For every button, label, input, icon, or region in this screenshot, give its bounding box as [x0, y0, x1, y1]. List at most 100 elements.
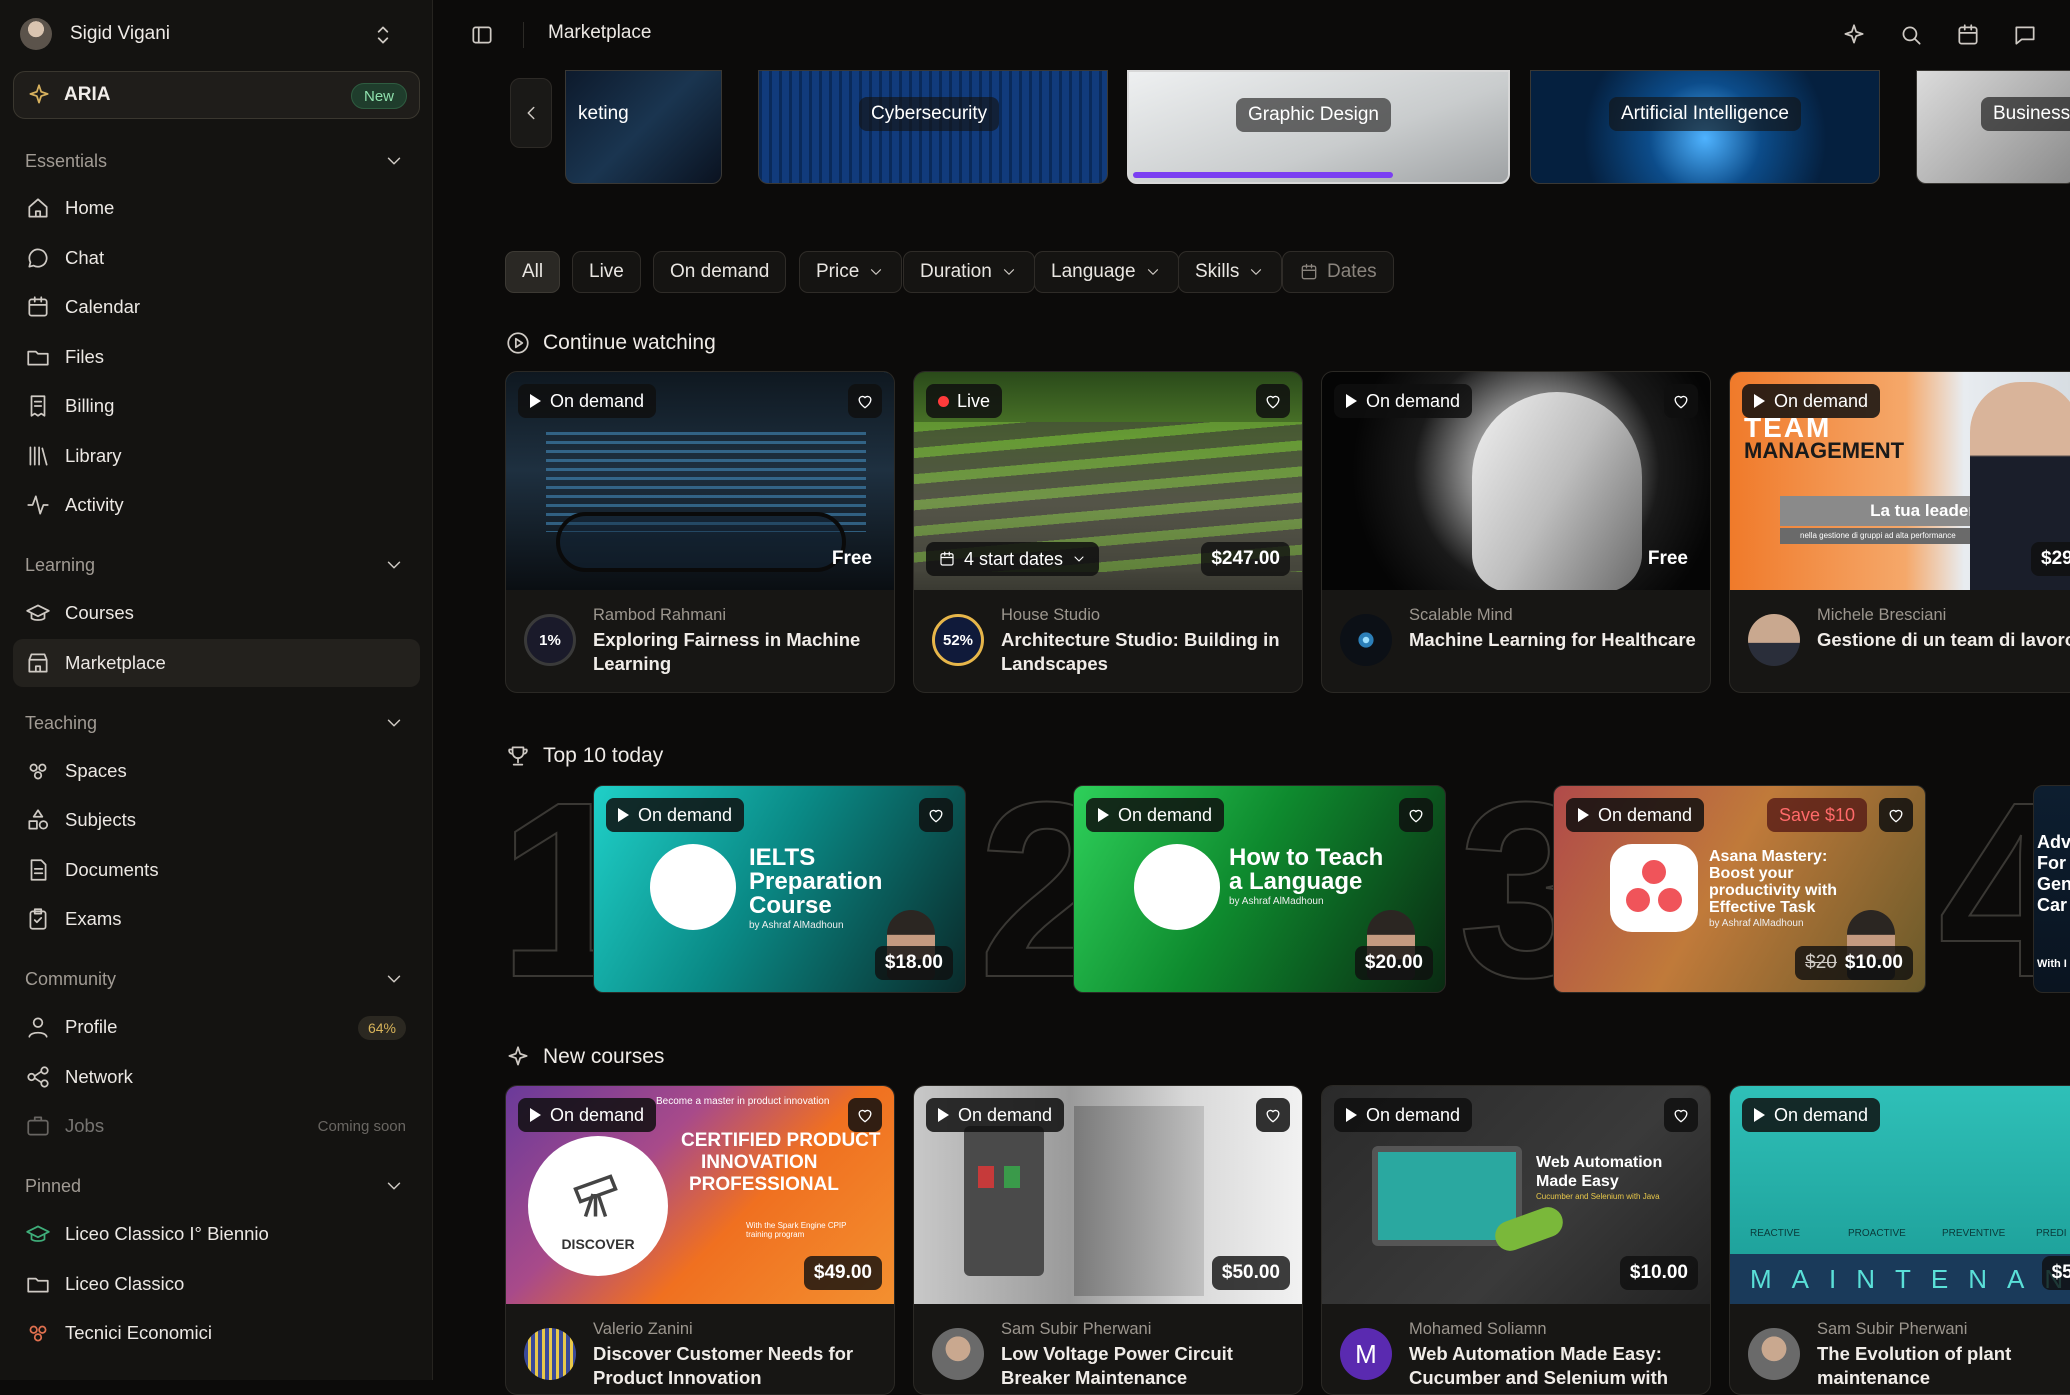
- section-teaching[interactable]: Teaching: [25, 708, 405, 738]
- category-card-business[interactable]: Business: [1916, 70, 2070, 184]
- section-community[interactable]: Community: [25, 964, 405, 994]
- thumb-text: For: [2037, 853, 2066, 873]
- sidebar-item-subjects[interactable]: Subjects: [13, 796, 420, 844]
- glasses-graphic: [556, 512, 846, 572]
- filter-on-demand[interactable]: On demand: [653, 251, 787, 293]
- filter-live[interactable]: Live: [572, 251, 641, 293]
- favorite-button[interactable]: [1256, 1098, 1290, 1132]
- filter-skills[interactable]: Skills: [1178, 251, 1283, 293]
- on-demand-tag: On demand: [1566, 798, 1705, 832]
- category-card-cybersecurity[interactable]: Cybersecurity: [758, 70, 1108, 184]
- course-card[interactable]: Become a master in product innovation CE…: [505, 1085, 895, 1395]
- sparkle-icon[interactable]: [1841, 22, 1867, 48]
- category-label: Business: [1981, 97, 2070, 131]
- heart-icon: [1889, 809, 1903, 823]
- course-card[interactable]: Live 4 start dates $247.00 52% House Stu…: [913, 371, 1303, 693]
- discover-circle: DISCOVER: [528, 1136, 668, 1276]
- sidebar-item-label: Jobs: [65, 1115, 105, 1136]
- sidebar-item-marketplace[interactable]: Marketplace: [13, 639, 420, 687]
- course-card[interactable]: Web Automation Made Easy Cucumber and Se…: [1321, 1085, 1711, 1395]
- favorite-button[interactable]: [1664, 384, 1698, 418]
- section-essentials[interactable]: Essentials: [25, 146, 405, 176]
- sidebar-item-pinned-2[interactable]: Liceo Classico: [13, 1260, 420, 1308]
- start-dates-dropdown[interactable]: 4 start dates: [926, 542, 1100, 576]
- thumb-text: PROFESSIONAL: [689, 1174, 839, 1195]
- thumb-text: IELTS: [749, 844, 816, 871]
- sidebar-item-label: Courses: [65, 602, 134, 623]
- favorite-button[interactable]: [848, 384, 882, 418]
- course-meta: Sam Subir Pherwani The Evolution of plan…: [1730, 1304, 2070, 1394]
- filter-duration[interactable]: Duration: [903, 251, 1035, 293]
- favorite-button[interactable]: [919, 798, 953, 832]
- sidebar-item-spaces[interactable]: Spaces: [13, 747, 420, 795]
- progress-ring: 52%: [932, 614, 984, 666]
- filter-language[interactable]: Language: [1034, 251, 1179, 293]
- favorite-button[interactable]: [1256, 384, 1290, 418]
- coming-soon-label: Coming soon: [317, 1117, 406, 1135]
- top10-card[interactable]: IELTS Preparation Course by Ashraf AlMad…: [593, 785, 966, 993]
- author-avatar: [524, 1328, 576, 1380]
- sidebar-item-profile[interactable]: Profile 64%: [13, 1003, 420, 1051]
- sidebar-item-billing[interactable]: Billing: [13, 382, 420, 430]
- sidebar-item-calendar[interactable]: Calendar: [13, 283, 420, 331]
- favorite-button[interactable]: [1664, 1098, 1698, 1132]
- thumb-text: MANAGEMENT: [1744, 438, 1905, 463]
- sidebar-item-chat[interactable]: Chat: [13, 234, 420, 282]
- course-card[interactable]: TEAM MANAGEMENT La tua leadership nella …: [1729, 371, 2070, 693]
- section-label: Learning: [25, 554, 96, 575]
- sidebar-item-library[interactable]: Library: [13, 432, 420, 480]
- section-pinned[interactable]: Pinned: [25, 1171, 405, 1201]
- message-icon[interactable]: [2012, 22, 2038, 48]
- top10-card[interactable]: Adv For Gen Car With I: [2033, 785, 2070, 993]
- sidebar-item-network[interactable]: Network: [13, 1053, 420, 1101]
- filter-dates[interactable]: Dates: [1282, 251, 1394, 293]
- folder-icon: [27, 1277, 49, 1293]
- chevron-down-icon: [1251, 269, 1262, 275]
- category-card-marketing[interactable]: keting: [565, 70, 722, 184]
- carousel-prev-button[interactable]: [510, 78, 552, 148]
- sidebar-item-pinned-1[interactable]: Liceo Classico I° Biennio: [13, 1210, 420, 1258]
- category-label: keting: [578, 103, 629, 124]
- search-icon[interactable]: [1898, 22, 1924, 48]
- calendar-icon[interactable]: [1955, 22, 1981, 48]
- filter-price[interactable]: Price: [799, 251, 903, 293]
- sidebar-item-home[interactable]: Home: [13, 184, 420, 232]
- sidebar-item-exams[interactable]: Exams: [13, 895, 420, 943]
- chevron-down-icon: [1074, 556, 1084, 562]
- user-switcher[interactable]: Sigid Vigani: [20, 14, 400, 54]
- filter-label: Dates: [1327, 261, 1377, 282]
- price-label: $247.00: [1201, 542, 1290, 576]
- author-avatar: [1340, 614, 1392, 666]
- sidebar-item-label: Home: [65, 197, 115, 218]
- course-card[interactable]: REACTIVE PROACTIVE PREVENTIVE PREDI MAIN…: [1729, 1085, 2070, 1395]
- sidebar-item-label: Spaces: [65, 760, 127, 781]
- favorite-button[interactable]: [1879, 798, 1913, 832]
- favorite-button[interactable]: [848, 1098, 882, 1132]
- sidebar-item-files[interactable]: Files: [13, 333, 420, 381]
- chevron-down-icon: [871, 269, 882, 275]
- sidebar-item-label: Subjects: [65, 809, 136, 830]
- new-badge: New: [350, 83, 407, 109]
- filter-all[interactable]: All: [505, 251, 561, 293]
- clipboard-icon: [29, 908, 47, 930]
- sidebar-item-pinned-3[interactable]: Tecnici Economici: [13, 1309, 420, 1357]
- sidebar-toggle-icon[interactable]: [469, 22, 495, 48]
- aria-button[interactable]: ARIA New: [13, 71, 420, 119]
- sidebar-item-documents[interactable]: Documents: [13, 846, 420, 894]
- aria-label: ARIA: [64, 84, 111, 105]
- sidebar-item-activity[interactable]: Activity: [13, 481, 420, 529]
- sidebar-item-courses[interactable]: Courses: [13, 589, 420, 637]
- top10-card[interactable]: Asana Mastery: Boost your productivity w…: [1553, 785, 1926, 993]
- category-card-ai[interactable]: Artificial Intelligence: [1530, 70, 1880, 184]
- section-title: New courses: [543, 1045, 665, 1068]
- course-card[interactable]: On demand $50.00 Sam Subir Pherwani Low …: [913, 1085, 1303, 1395]
- course-card[interactable]: On demand Free 1% Rambod Rahmani Explori…: [505, 371, 895, 693]
- tag-label: Live: [957, 390, 991, 411]
- tag-label: On demand: [1774, 1104, 1869, 1125]
- price-label: $18.00: [874, 946, 953, 980]
- course-card[interactable]: On demand Free Scalable Mind Machine Lea…: [1321, 371, 1711, 693]
- favorite-button[interactable]: [1399, 798, 1433, 832]
- top10-card[interactable]: How to Teach a Language by Ashraf AlMadh…: [1073, 785, 1446, 993]
- category-card-graphic-design[interactable]: Graphic Design: [1127, 70, 1510, 184]
- section-learning[interactable]: Learning: [25, 550, 405, 580]
